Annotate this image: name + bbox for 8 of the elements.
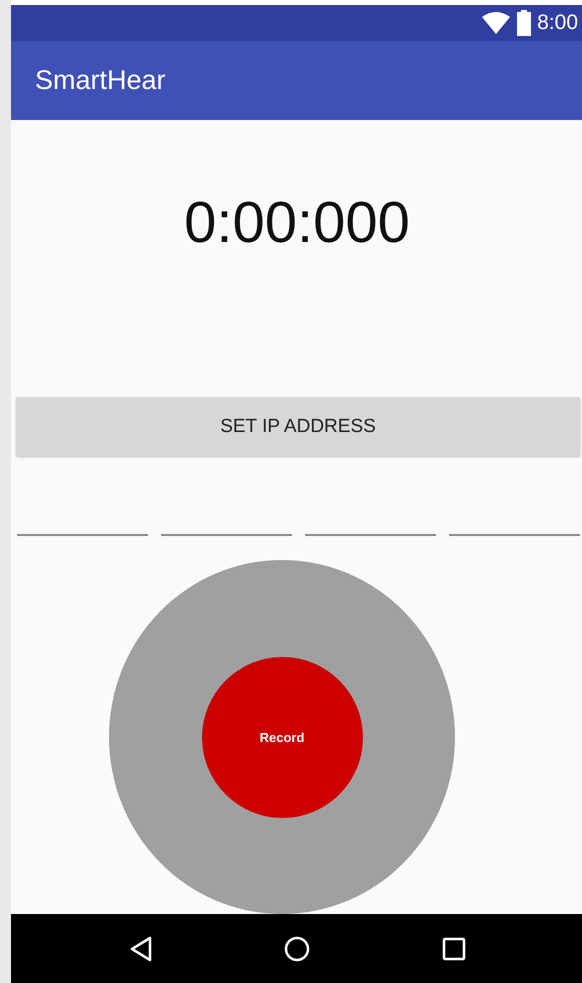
timer-display: 0:00:000 (184, 190, 410, 256)
home-button[interactable] (283, 934, 312, 963)
set-ip-address-button[interactable]: SET IP ADDRESS (16, 397, 580, 456)
record-button[interactable]: Record (202, 656, 362, 818)
app-title: SmartHear (35, 65, 166, 96)
wifi-icon (481, 11, 512, 36)
battery-icon (517, 10, 532, 36)
status-time: 8:00 (537, 11, 578, 36)
